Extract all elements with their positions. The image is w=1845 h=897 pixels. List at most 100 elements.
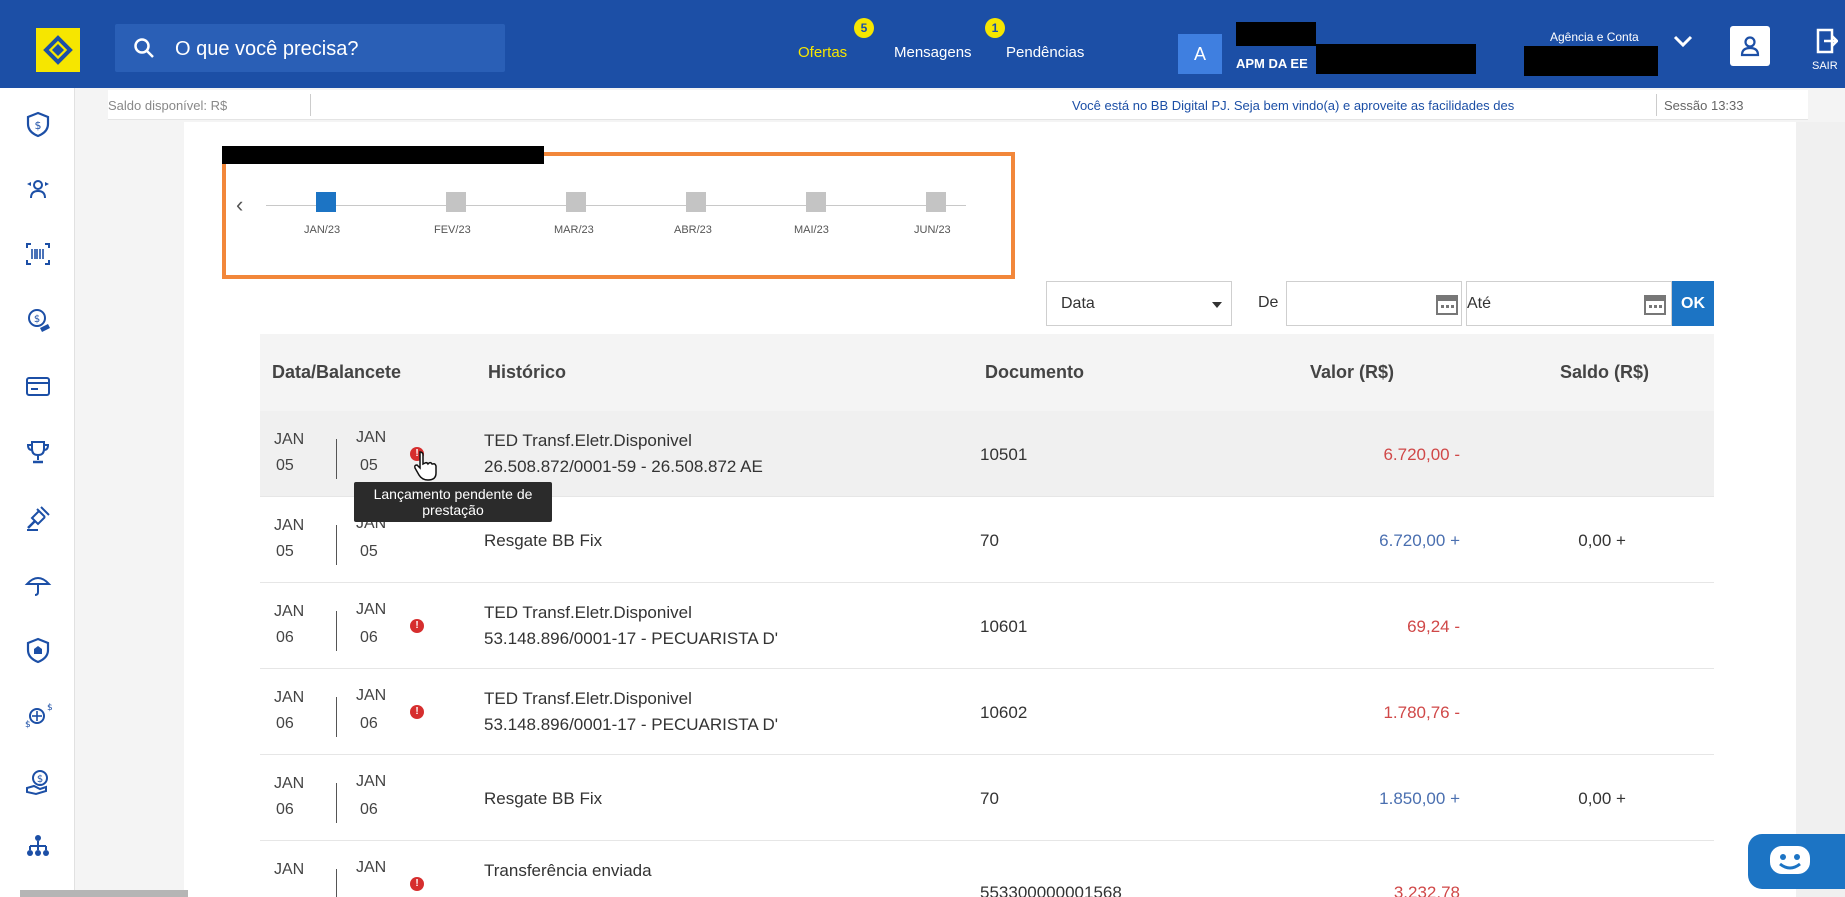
nav-mensagens[interactable]: Mensagens [894, 44, 972, 61]
date-month: JAN [274, 603, 305, 620]
table-row[interactable]: JAN 06 JAN 06 Resgate BB Fix 70 1.850,00 + 0,00… [260, 755, 1714, 841]
date-divider [336, 525, 337, 565]
divider [310, 94, 311, 116]
month-item-abr-23[interactable] [686, 192, 706, 212]
month-item-mai-23[interactable] [806, 192, 826, 212]
month-label[interactable]: JAN/23 [304, 224, 340, 236]
chat-assistant-button[interactable] [1748, 834, 1845, 889]
documento: 553300000001568 [980, 883, 1122, 897]
date-month: JAN [274, 431, 305, 448]
historico-line2: 26.508.872/0001-59 - 26.508.872 AE [484, 457, 763, 476]
month-label[interactable]: JUN/23 [914, 224, 951, 236]
month-item-jan-23[interactable] [316, 192, 336, 212]
nav-pendencias[interactable]: Pendências [1006, 44, 1084, 61]
user-icon [1740, 36, 1760, 57]
pending-alert-icon[interactable]: ! [410, 705, 424, 719]
search-box[interactable]: O que você precisa? [115, 24, 505, 72]
historico: Transferência enviada [484, 861, 652, 880]
pending-alert-icon[interactable]: ! [410, 877, 424, 891]
balancete-month: JAN [356, 773, 387, 790]
info-strip: Saldo disponível: R$ Você está no BB Dig… [108, 90, 1808, 120]
month-label[interactable]: MAR/23 [554, 224, 594, 236]
exit-button[interactable]: SAIR [1808, 22, 1845, 82]
header-documento: Documento [985, 362, 1084, 382]
month-prev-button[interactable]: ‹ [236, 192, 243, 218]
hierarchy-icon[interactable] [24, 832, 52, 860]
balancete-month: JAN [356, 687, 387, 704]
exit-label: SAIR [1812, 60, 1838, 72]
month-label[interactable]: MAI/23 [794, 224, 829, 236]
pending-alert-icon[interactable]: ! [410, 619, 424, 633]
redaction-block [1316, 44, 1476, 74]
de-label: De [1258, 294, 1279, 311]
shield-dollar-icon[interactable]: $ [24, 110, 52, 138]
documento: 10602 [980, 703, 1028, 722]
svg-text:$: $ [47, 703, 52, 713]
date-divider [336, 869, 337, 897]
table-row[interactable]: JAN 06 JAN 06! TED Transf.Eletr.Disponivel 53… [260, 583, 1714, 669]
month-item-jun-23[interactable] [926, 192, 946, 212]
profile-button[interactable] [1730, 26, 1770, 66]
date-day: 05 [276, 457, 294, 474]
month-label[interactable]: ABR/23 [674, 224, 712, 236]
dropdown-arrow-icon [1212, 302, 1222, 308]
date-day: 06 [276, 715, 294, 732]
date-day: 06 [276, 629, 294, 646]
header-valor: Valor (R$) [1310, 362, 1395, 382]
valor: 6.720,00 + [1379, 531, 1460, 550]
pending-tooltip: Lançamento pendente de prestação [354, 482, 552, 522]
umbrella-icon[interactable] [24, 570, 52, 598]
table-row[interactable]: JAN 06 JAN 06! TED Transf.Eletr.Disponivel 53… [260, 669, 1714, 755]
month-item-mar-23[interactable] [566, 192, 586, 212]
saldo-disponivel-label: Saldo disponível: R$ [108, 98, 228, 113]
month-item-fev-23[interactable] [446, 192, 466, 212]
barcode-icon[interactable] [24, 240, 52, 268]
documento: 10501 [980, 445, 1028, 464]
historico: Resgate BB Fix [484, 789, 603, 808]
session-timer: Sessão 13:33 [1664, 98, 1744, 113]
account-avatar[interactable]: A [1178, 34, 1222, 74]
filter-type-select[interactable]: Data [1046, 281, 1232, 326]
card-icon[interactable] [24, 372, 52, 400]
payment-hand-icon[interactable]: $ [24, 768, 52, 796]
bb-logo[interactable] [36, 28, 80, 72]
balancete-day: 06 [360, 629, 378, 646]
nav-ofertas[interactable]: Ofertas [798, 44, 847, 61]
ok-button[interactable]: OK [1672, 281, 1714, 326]
currency-exchange-icon[interactable]: $$ [24, 702, 52, 730]
transfer-users-icon[interactable] [24, 176, 52, 204]
calendar-icon[interactable] [1643, 292, 1667, 316]
balancete-month: JAN [356, 429, 387, 446]
money-hand-icon[interactable]: $ [24, 306, 52, 334]
sidebar: $ $ $ $ $ [0, 88, 75, 897]
date-divider [336, 783, 337, 823]
app-root: O que você precisa? Ofertas 5 Mensagens … [0, 0, 1845, 897]
search-input[interactable]: O que você precisa? [175, 38, 358, 61]
calendar-icon[interactable] [1435, 292, 1459, 316]
date-divider [336, 611, 337, 651]
balancete-day: 05 [360, 543, 378, 560]
table-row[interactable]: JAN JAN! Transferência enviada 553300000001… [260, 841, 1714, 897]
svg-text:$: $ [34, 314, 40, 325]
month-label[interactable]: FEV/23 [434, 224, 471, 236]
table-header: Data/Balancete Histórico Documento Valor… [260, 334, 1714, 411]
search-icon [134, 38, 154, 58]
chevron-down-icon[interactable] [1672, 34, 1694, 48]
date-day: 06 [276, 801, 294, 818]
shield-icon[interactable] [24, 636, 52, 664]
date-to-input[interactable]: Até [1466, 281, 1672, 326]
gavel-icon[interactable] [24, 504, 52, 532]
header-historico: Histórico [488, 362, 567, 382]
trophy-icon[interactable] [24, 438, 52, 466]
header-saldo: Saldo (R$) [1560, 362, 1650, 382]
company-name: APM DA EE [1236, 56, 1308, 71]
agencia-conta-label[interactable]: Agência e Conta [1550, 30, 1639, 44]
svg-text:$: $ [35, 119, 42, 132]
date-from-input[interactable] [1286, 281, 1462, 326]
historico-line1: TED Transf.Eletr.Disponivel [484, 431, 692, 450]
saldo: 0,00 + [1578, 531, 1626, 550]
balancete-day: 06 [360, 801, 378, 818]
balancete-day: 06 [360, 715, 378, 732]
historico-line2: 53.148.896/0001-17 - PECUARISTA D' [484, 629, 778, 648]
documento: 70 [980, 531, 999, 550]
